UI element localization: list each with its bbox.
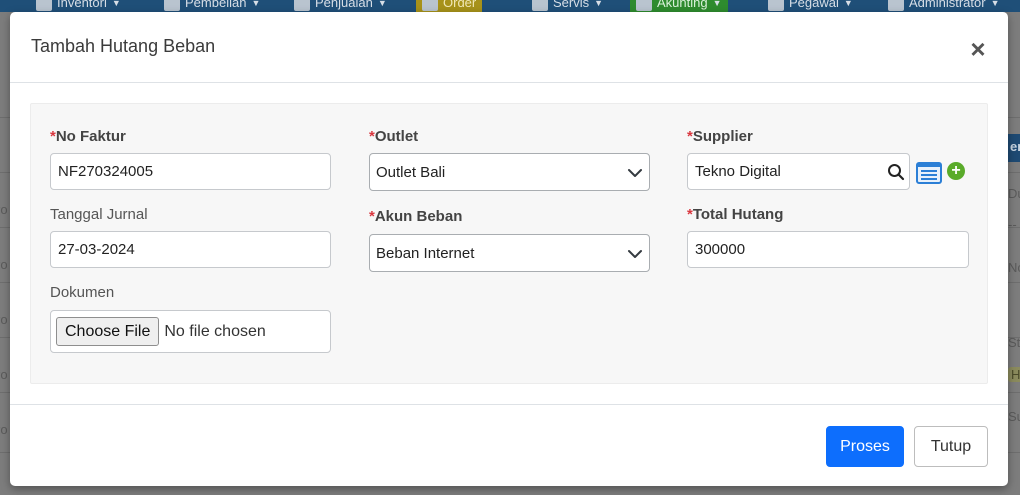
supplier-search-input[interactable]: Tekno Digital <box>687 153 910 190</box>
dokumen-label: Dokumen <box>50 284 115 301</box>
outlet-select[interactable]: Outlet Bali <box>369 153 650 191</box>
background-text-fragment: ro <box>0 312 8 327</box>
background-text-fragment: -- <box>1008 217 1017 232</box>
clipboard-icon <box>422 0 438 11</box>
search-icon[interactable] <box>887 163 905 181</box>
choose-file-button[interactable]: Choose File <box>56 317 160 346</box>
nav-item-label: Servis <box>553 0 590 10</box>
background-right-column: en Du -- No Sta H Su <box>1008 12 1020 495</box>
box-icon <box>36 0 52 11</box>
form-panel: *No Faktur NF270324005 Tanggal Jurnal 27… <box>30 103 988 384</box>
cart-icon <box>164 0 180 11</box>
nav-item-pembelian[interactable]: Pembelian ▼ <box>158 0 266 12</box>
background-column-header: en <box>1008 134 1020 162</box>
close-icon[interactable]: × <box>967 36 989 62</box>
nav-item-label: Pegawai <box>789 0 839 10</box>
nav-item-label: Order <box>443 0 477 10</box>
chevron-down-icon <box>628 169 642 177</box>
background-status-badge: H <box>1008 367 1020 382</box>
no-faktur-value: NF270324005 <box>58 163 154 180</box>
add-supplier-icon[interactable]: + <box>947 162 965 180</box>
nav-item-label: Akunting <box>657 0 708 10</box>
akun-beban-selected-value: Beban Internet <box>376 244 475 262</box>
no-faktur-label-text: No Faktur <box>55 128 126 145</box>
total-hutang-label: *Total Hutang <box>687 206 783 223</box>
total-hutang-input[interactable]: 300000 <box>687 231 969 268</box>
nav-item-label: Penjualan <box>315 0 373 10</box>
tanggal-jurnal-label: Tanggal Jurnal <box>50 206 148 223</box>
supplier-label: *Supplier <box>687 128 753 145</box>
akun-beban-label-text: Akun Beban <box>374 208 463 225</box>
tutup-button[interactable]: Tutup <box>914 426 988 467</box>
background-left-column: ro ro ro ro ro <box>0 117 10 495</box>
modal-title: Tambah Hutang Beban <box>31 36 216 56</box>
total-hutang-value: 300000 <box>695 241 746 258</box>
chevron-down-icon: ▼ <box>251 0 261 8</box>
total-hutang-label-text: Total Hutang <box>692 206 784 223</box>
nav-item-label: Inventori <box>57 0 107 10</box>
background-text-fragment: ro <box>0 422 8 437</box>
no-faktur-label: *No Faktur <box>50 128 126 145</box>
nav-item-label: Pembelian <box>185 0 247 10</box>
nav-item-akunting[interactable]: Akunting ▼ <box>630 0 728 12</box>
outlet-label: *Outlet <box>369 128 418 145</box>
users-icon <box>768 0 784 11</box>
nav-item-administrator[interactable]: Administrator ▼ <box>882 0 1006 12</box>
nav-item-pegawai[interactable]: Pegawai ▼ <box>762 0 859 12</box>
supplier-list-icon[interactable] <box>916 162 942 184</box>
akun-beban-label: *Akun Beban <box>369 208 462 225</box>
chevron-down-icon <box>628 250 642 258</box>
modal-header: Tambah Hutang Beban × <box>10 12 1008 83</box>
akun-beban-select[interactable]: Beban Internet <box>369 234 650 272</box>
nav-item-inventori[interactable]: Inventori ▼ <box>30 0 127 12</box>
background-text-fragment: ro <box>0 367 8 382</box>
chevron-down-icon: ▼ <box>712 0 722 8</box>
gear-icon <box>888 0 904 11</box>
supplier-label-text: Supplier <box>692 128 753 145</box>
chevron-down-icon: ▼ <box>843 0 853 8</box>
plus-icon: + <box>951 162 961 179</box>
tanggal-jurnal-input[interactable]: 27-03-2024 <box>50 231 331 268</box>
background-text-fragment: Du <box>1008 186 1020 201</box>
chevron-down-icon: ▼ <box>111 0 121 8</box>
nav-item-label: Administrator <box>909 0 986 10</box>
background-text-fragment: ro <box>0 202 8 217</box>
top-navigation-bar: Inventori ▼ Pembelian ▼ Penjualan ▼ Orde… <box>0 0 1020 12</box>
money-icon <box>636 0 652 11</box>
supplier-value: Tekno Digital <box>695 163 781 180</box>
background-text-fragment: Su <box>1008 409 1020 424</box>
modal-footer: Proses Tutup <box>10 404 1008 486</box>
chevron-down-icon: ▼ <box>594 0 604 8</box>
chevron-down-icon: ▼ <box>377 0 387 8</box>
dokumen-file-input[interactable]: Choose File No file chosen <box>50 310 331 353</box>
background-text-fragment: Sta <box>1008 335 1020 350</box>
nav-item-order[interactable]: Order <box>416 0 483 12</box>
tanggal-jurnal-value: 27-03-2024 <box>58 241 135 258</box>
background-text-fragment: ro <box>0 257 8 272</box>
nav-item-servis[interactable]: Servis ▼ <box>526 0 609 12</box>
outlet-selected-value: Outlet Bali <box>376 163 446 181</box>
receipt-icon <box>294 0 310 11</box>
file-status-text: No file chosen <box>164 322 266 340</box>
gear-icon <box>532 0 548 11</box>
background-text-fragment: No <box>1008 260 1020 275</box>
nav-item-penjualan[interactable]: Penjualan ▼ <box>288 0 393 12</box>
outlet-label-text: Outlet <box>374 128 419 145</box>
tambah-hutang-beban-modal: Tambah Hutang Beban × *No Faktur NF27032… <box>10 12 1008 486</box>
chevron-down-icon: ▼ <box>990 0 1000 8</box>
proses-button[interactable]: Proses <box>826 426 904 467</box>
no-faktur-input[interactable]: NF270324005 <box>50 153 331 190</box>
